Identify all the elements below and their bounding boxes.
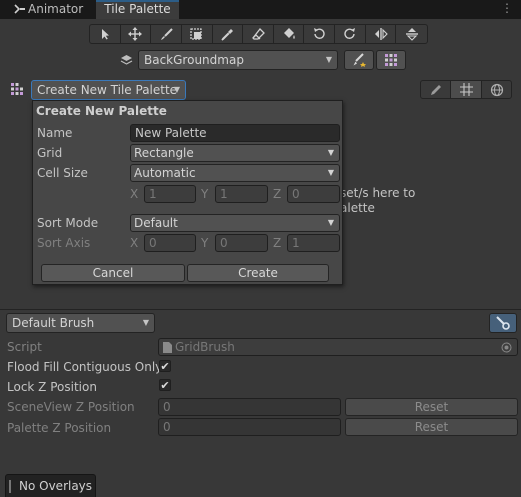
name-label: Name bbox=[37, 126, 73, 140]
tab-animator[interactable]: Animator bbox=[0, 0, 92, 19]
cell-size-dropdown[interactable]: Automatic ▼ bbox=[130, 164, 340, 182]
sceneview-z-field: 0 bbox=[158, 398, 341, 416]
move-tool-icon[interactable] bbox=[121, 25, 152, 43]
axis-y-label: Y bbox=[201, 236, 209, 250]
overlays-label: No Overlays bbox=[19, 479, 93, 493]
drag-hint-line-1: set/s here to bbox=[340, 186, 416, 200]
overlay-grip-icon bbox=[9, 480, 11, 493]
more-options-icon[interactable]: ⋮ bbox=[501, 1, 513, 15]
axis-x-label: X bbox=[130, 236, 139, 250]
grid-dropdown[interactable]: Rectangle ▼ bbox=[130, 144, 340, 162]
script-value: GridBrush bbox=[175, 340, 235, 354]
eyedropper-icon[interactable] bbox=[213, 25, 244, 43]
overlays-toggle[interactable]: No Overlays bbox=[5, 474, 96, 497]
chevron-down-icon: ▼ bbox=[325, 55, 332, 64]
brush-dropdown-label: Default Brush bbox=[12, 316, 95, 330]
tab-tile-palette-label: Tile Palette bbox=[104, 2, 171, 16]
tool-toolbar bbox=[89, 24, 428, 44]
palette-z-label: Palette Z Position bbox=[7, 421, 112, 435]
checkmark-icon: ✔ bbox=[160, 379, 170, 392]
object-picker-icon bbox=[501, 342, 512, 353]
sort-mode-dropdown-value: Default bbox=[134, 216, 178, 230]
lock-z-label: Lock Z Position bbox=[7, 380, 97, 394]
script-file-icon bbox=[163, 342, 172, 353]
drag-hint-text: set/s here to alette bbox=[340, 186, 415, 216]
flood-fill-label: Flood Fill Contiguous Only bbox=[7, 360, 163, 374]
tile-grid-icon bbox=[385, 54, 397, 66]
chevron-down-icon: ▼ bbox=[327, 218, 334, 227]
palette-dropdown-label: Create New Tile Palette bbox=[37, 83, 178, 97]
active-target-label: BackGroundmap bbox=[144, 53, 244, 67]
cancel-button[interactable]: Cancel bbox=[41, 264, 185, 282]
script-label: Script bbox=[7, 340, 42, 354]
axis-z-label: Z bbox=[273, 236, 282, 250]
grid-toggle-icon[interactable] bbox=[451, 81, 482, 98]
section-divider bbox=[0, 309, 521, 310]
cell-x-label: X bbox=[130, 187, 139, 201]
cell-y-label: Y bbox=[201, 187, 209, 201]
focus-brush-button[interactable] bbox=[344, 50, 374, 70]
edit-pencil-icon[interactable] bbox=[421, 81, 452, 98]
tab-animator-label: Animator bbox=[28, 2, 84, 16]
palette-z-reset-button: Reset bbox=[345, 418, 518, 436]
rotate-ccw-icon[interactable] bbox=[304, 25, 336, 43]
flood-fill-checkbox[interactable]: ✔ bbox=[159, 360, 171, 372]
cell-size-dropdown-value: Automatic bbox=[134, 166, 196, 180]
script-field: GridBrush bbox=[158, 338, 518, 356]
animator-icon bbox=[14, 4, 25, 14]
axis-y-field: 0 bbox=[215, 234, 268, 252]
cell-z-field: 0 bbox=[287, 185, 340, 203]
axis-z-field: 1 bbox=[287, 234, 340, 252]
active-target-dropdown[interactable]: BackGroundmap ▼ bbox=[138, 50, 338, 70]
create-palette-title: Create New Palette bbox=[36, 104, 167, 118]
eraser-icon[interactable] bbox=[243, 25, 274, 43]
palette-grid-button[interactable] bbox=[376, 50, 406, 70]
cell-y-field: 1 bbox=[215, 185, 268, 203]
brush-settings-button[interactable] bbox=[489, 313, 517, 333]
pick-focus-icon bbox=[353, 53, 366, 67]
flip-y-icon[interactable] bbox=[396, 25, 427, 43]
grid-dropdown-value: Rectangle bbox=[134, 146, 194, 160]
sort-mode-label: Sort Mode bbox=[37, 216, 99, 230]
checkmark-icon: ✔ bbox=[160, 360, 170, 373]
sort-axis-label: Sort Axis bbox=[37, 236, 91, 250]
palette-z-field: 0 bbox=[158, 418, 341, 436]
cell-size-label: Cell Size bbox=[37, 166, 88, 180]
gizmo-toggle-icon[interactable] bbox=[482, 81, 511, 98]
paint-brush-icon[interactable] bbox=[151, 25, 182, 43]
box-fill-icon[interactable] bbox=[182, 25, 213, 43]
tab-bar: Animator Tile Palette ⋮ bbox=[0, 0, 521, 19]
tab-tile-palette[interactable]: Tile Palette bbox=[96, 0, 179, 19]
layers-icon bbox=[117, 51, 135, 69]
palette-dropdown[interactable]: Create New Tile Palette ▼ bbox=[31, 80, 186, 100]
create-button[interactable]: Create bbox=[187, 264, 329, 282]
drag-hint-line-2: alette bbox=[340, 201, 375, 215]
axis-x-field: 0 bbox=[144, 234, 196, 252]
palette-icon bbox=[10, 82, 26, 98]
cell-z-label: Z bbox=[273, 187, 282, 201]
sceneview-z-label: SceneView Z Position bbox=[7, 400, 135, 414]
grid-label: Grid bbox=[37, 146, 63, 160]
cell-x-field: 1 bbox=[144, 185, 196, 203]
chevron-down-icon: ▼ bbox=[173, 85, 180, 94]
flood-fill-icon[interactable] bbox=[274, 25, 305, 43]
chevron-down-icon: ▼ bbox=[327, 148, 334, 157]
palette-name-field[interactable]: New Palette bbox=[130, 124, 340, 142]
sceneview-reset-button: Reset bbox=[345, 398, 518, 416]
sort-mode-dropdown[interactable]: Default ▼ bbox=[130, 214, 340, 232]
brush-settings-icon bbox=[496, 316, 510, 330]
select-tool-icon[interactable] bbox=[90, 25, 121, 43]
rotate-cw-icon[interactable] bbox=[335, 25, 366, 43]
palette-view-toggles bbox=[420, 80, 512, 99]
chevron-down-icon: ▼ bbox=[142, 318, 149, 327]
flip-x-icon[interactable] bbox=[366, 25, 397, 43]
chevron-down-icon: ▼ bbox=[327, 168, 334, 177]
brush-dropdown[interactable]: Default Brush ▼ bbox=[6, 313, 155, 333]
lock-z-checkbox[interactable]: ✔ bbox=[159, 379, 171, 391]
create-palette-panel: Create New Palette Name New Palette Grid… bbox=[32, 100, 343, 285]
